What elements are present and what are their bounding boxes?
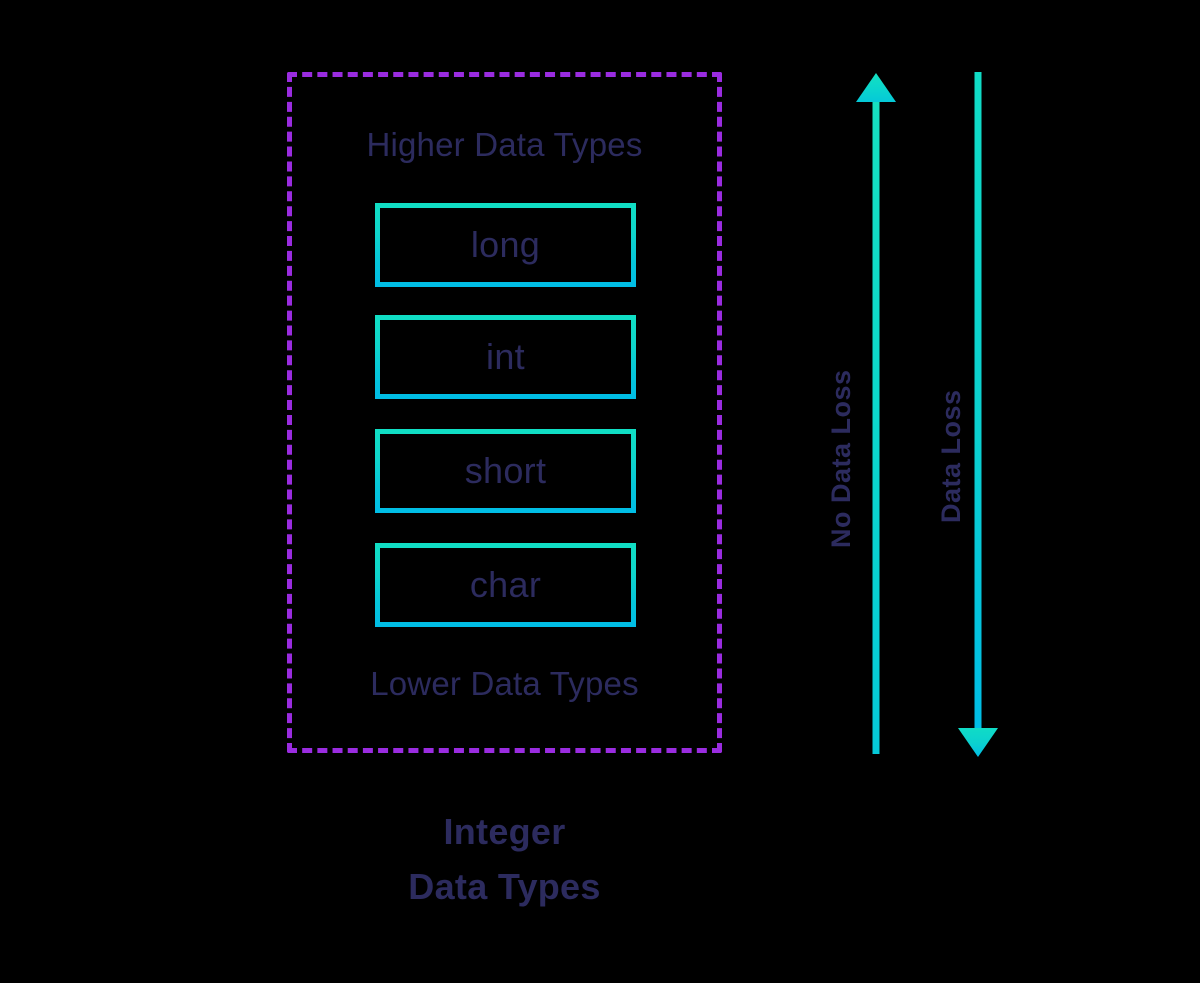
lower-data-types-caption: Lower Data Types bbox=[370, 665, 639, 702]
data-loss-label: Data Loss bbox=[936, 389, 966, 523]
type-box-short[interactable]: short bbox=[375, 429, 636, 513]
bottom-caption-line-1: Integer bbox=[443, 811, 566, 852]
integer-data-types-group-box bbox=[287, 72, 722, 753]
type-box-label: int bbox=[486, 336, 525, 377]
type-box-long[interactable]: long bbox=[375, 203, 636, 287]
type-box-label: long bbox=[470, 224, 541, 265]
arrow-up-icon bbox=[856, 73, 896, 754]
type-box-label: short bbox=[464, 450, 547, 491]
type-box-label: char bbox=[469, 564, 542, 605]
bottom-caption-line-2: Data Types bbox=[408, 865, 601, 907]
diagram-bottom-caption: Integer Data Types bbox=[287, 805, 722, 914]
diagram-canvas: Higher Data Types long int short char Lo… bbox=[0, 0, 1200, 983]
no-data-loss-label: No Data Loss bbox=[826, 369, 856, 548]
higher-data-types-caption: Higher Data Types bbox=[366, 126, 643, 163]
type-box-int[interactable]: int bbox=[375, 315, 636, 399]
type-box-char[interactable]: char bbox=[375, 543, 636, 627]
